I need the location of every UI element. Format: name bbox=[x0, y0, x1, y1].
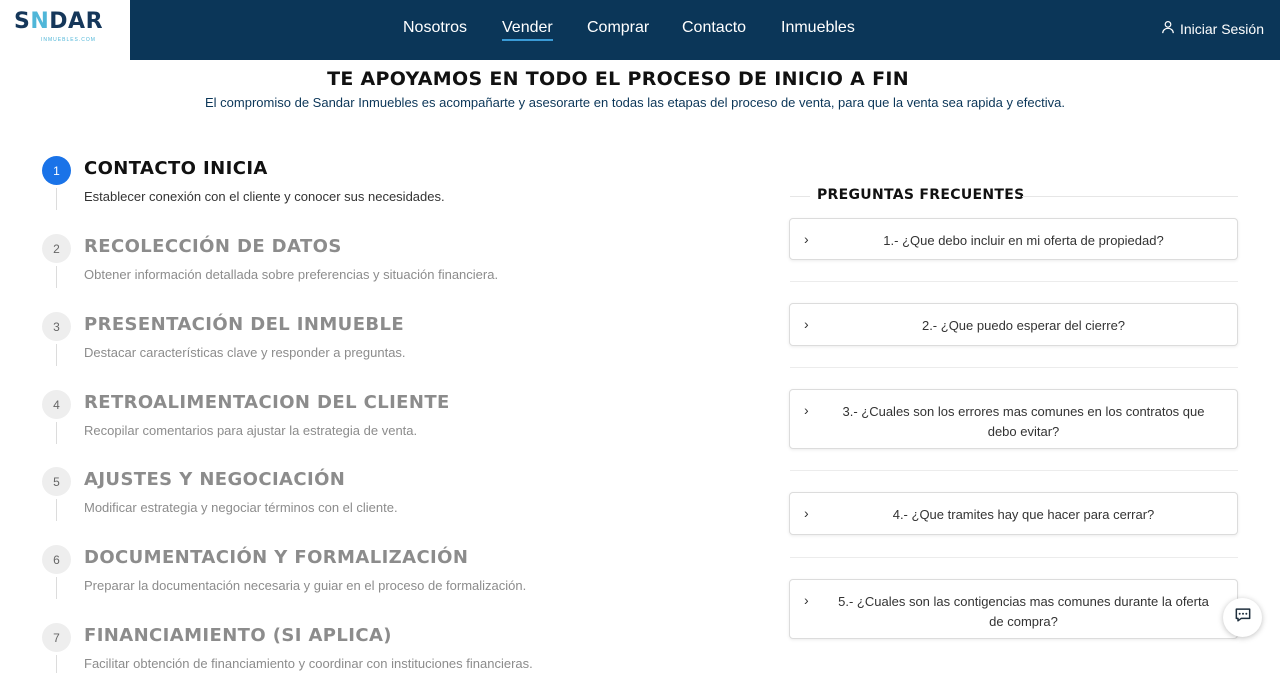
faq-question: 3.- ¿Cuales son los errores mas comunes … bbox=[842, 404, 1205, 439]
faq-question: 5.- ¿Cuales son las contigencias mas com… bbox=[838, 594, 1209, 629]
step-connector bbox=[56, 188, 57, 210]
chat-icon bbox=[1233, 605, 1253, 630]
faq-item-3[interactable]: › 3.- ¿Cuales son los errores mas comune… bbox=[789, 389, 1238, 449]
divider bbox=[790, 557, 1238, 558]
chevron-right-icon: › bbox=[804, 592, 809, 608]
step-title: RECOLECCIÓN DE DATOS bbox=[84, 236, 342, 257]
faq-item-5[interactable]: › 5.- ¿Cuales son las contigencias mas c… bbox=[789, 579, 1238, 639]
divider bbox=[790, 367, 1238, 368]
page-title: TE APOYAMOS EN TODO EL PROCESO DE INICIO… bbox=[327, 68, 909, 90]
step-title: FINANCIAMIENTO (SI APLICA) bbox=[84, 625, 392, 646]
step-connector bbox=[56, 422, 57, 444]
login-label: Iniciar Sesión bbox=[1179, 20, 1264, 37]
step-description: Obtener información detallada sobre pref… bbox=[84, 267, 499, 282]
faq-item-2[interactable]: › 2.- ¿Que puedo esperar del cierre? bbox=[789, 303, 1238, 346]
step-number: 3 bbox=[42, 312, 71, 341]
nav-contacto[interactable]: Contacto bbox=[682, 19, 746, 37]
step-5[interactable]: 5 AJUSTES Y NEGOCIACIÓN Modificar estrat… bbox=[42, 467, 742, 537]
nav-vender[interactable]: Vender bbox=[502, 19, 553, 41]
step-title: AJUSTES Y NEGOCIACIÓN bbox=[84, 469, 346, 490]
divider bbox=[1022, 196, 1238, 197]
step-description: Recopilar comentarios para ajustar la es… bbox=[84, 423, 418, 438]
step-description: Establecer conexión con el cliente y con… bbox=[84, 189, 445, 204]
top-navbar: SNDAR INMUEBLES.COM Nosotros Vender Comp… bbox=[0, 0, 1280, 60]
step-4[interactable]: 4 RETROALIMENTACION DEL CLIENTE Recopila… bbox=[42, 390, 742, 460]
nav-comprar[interactable]: Comprar bbox=[587, 19, 649, 37]
step-description: Preparar la documentación necesaria y gu… bbox=[84, 578, 527, 593]
login-button[interactable]: Iniciar Sesión bbox=[1161, 20, 1264, 37]
step-number: 6 bbox=[42, 545, 71, 574]
step-connector bbox=[56, 577, 57, 599]
step-connector bbox=[56, 655, 57, 673]
step-number: 5 bbox=[42, 467, 71, 496]
step-description: Destacar características clave y respond… bbox=[84, 345, 406, 360]
step-title: RETROALIMENTACION DEL CLIENTE bbox=[84, 392, 450, 413]
nav-inmuebles[interactable]: Inmuebles bbox=[781, 19, 855, 37]
step-number: 7 bbox=[42, 623, 71, 652]
step-1[interactable]: 1 CONTACTO INICIA Establecer conexión co… bbox=[42, 156, 742, 226]
faq-title: PREGUNTAS FRECUENTES bbox=[815, 187, 1027, 203]
faq-header: PREGUNTAS FRECUENTES bbox=[790, 186, 1238, 206]
page-subtitle: El compromiso de Sandar Inmuebles es aco… bbox=[205, 95, 1065, 110]
chevron-right-icon: › bbox=[804, 231, 809, 247]
step-number: 4 bbox=[42, 390, 71, 419]
step-connector bbox=[56, 344, 57, 366]
logo-tagline: INMUEBLES.COM bbox=[41, 37, 96, 43]
faq-question: 1.- ¿Que debo incluir en mi oferta de pr… bbox=[883, 233, 1164, 248]
chat-button[interactable] bbox=[1223, 598, 1262, 637]
step-description: Modificar estrategia y negociar términos… bbox=[84, 500, 398, 515]
chevron-right-icon: › bbox=[804, 505, 809, 521]
step-3[interactable]: 3 PRESENTACIÓN DEL INMUEBLE Destacar car… bbox=[42, 312, 742, 382]
chevron-right-icon: › bbox=[804, 316, 809, 332]
step-2[interactable]: 2 RECOLECCIÓN DE DATOS Obtener informaci… bbox=[42, 234, 742, 304]
user-icon bbox=[1161, 20, 1175, 37]
faq-question: 2.- ¿Que puedo esperar del cierre? bbox=[921, 318, 1126, 333]
step-title: DOCUMENTACIÓN Y FORMALIZACIÓN bbox=[84, 547, 469, 568]
step-6[interactable]: 6 DOCUMENTACIÓN Y FORMALIZACIÓN Preparar… bbox=[42, 545, 742, 615]
step-title: PRESENTACIÓN DEL INMUEBLE bbox=[84, 314, 405, 335]
faq-item-1[interactable]: › 1.- ¿Que debo incluir en mi oferta de … bbox=[789, 218, 1238, 260]
divider bbox=[790, 196, 810, 197]
divider bbox=[790, 470, 1238, 471]
nav-nosotros[interactable]: Nosotros bbox=[403, 19, 467, 37]
step-title: CONTACTO INICIA bbox=[84, 158, 268, 179]
step-7[interactable]: 7 FINANCIAMIENTO (SI APLICA) Facilitar o… bbox=[42, 623, 742, 673]
faq-item-4[interactable]: › 4.- ¿Que tramites hay que hacer para c… bbox=[789, 492, 1238, 535]
faq-question: 4.- ¿Que tramites hay que hacer para cer… bbox=[892, 507, 1155, 522]
step-number: 1 bbox=[42, 156, 71, 185]
logo[interactable]: SNDAR INMUEBLES.COM bbox=[0, 0, 130, 60]
divider bbox=[790, 281, 1238, 282]
chevron-right-icon: › bbox=[804, 402, 809, 418]
step-description: Facilitar obtención de financiamiento y … bbox=[84, 656, 533, 671]
step-connector bbox=[56, 266, 57, 288]
step-number: 2 bbox=[42, 234, 71, 263]
step-connector bbox=[56, 499, 57, 521]
logo-wordmark: SNDAR bbox=[14, 9, 104, 34]
